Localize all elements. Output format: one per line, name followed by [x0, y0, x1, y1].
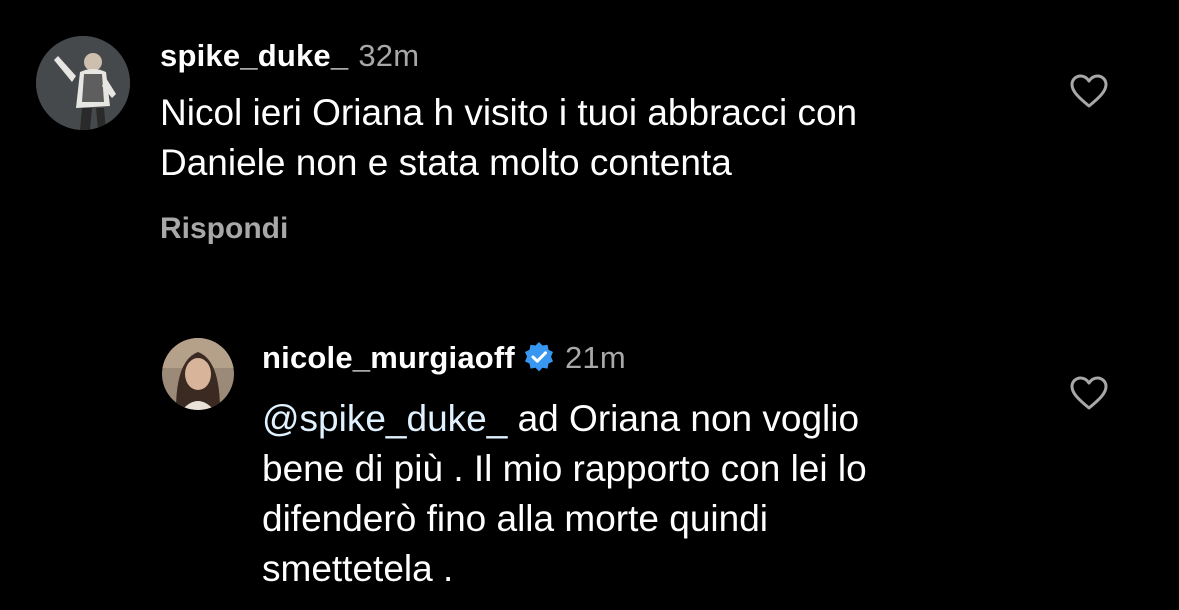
comment-text-line: smettetela . [262, 548, 454, 589]
comment-text-line: @spike_duke_ ad Oriana non voglio [262, 394, 867, 444]
comment-text-line: bene di più . Il mio rapporto con lei lo [262, 448, 867, 489]
comment-text-line: Daniele non e stata molto contenta [160, 142, 732, 183]
comment-text-segment: ad Oriana non voglio [507, 398, 860, 439]
username-text[interactable]: spike_duke_ [160, 38, 348, 73]
comment-text-line: difenderò fino alla morte quindi [262, 498, 768, 539]
avatar-image [162, 338, 234, 410]
heart-icon[interactable] [1070, 74, 1108, 108]
comment-text: Nicol ieri Oriana h visito i tuoi abbrac… [160, 88, 857, 188]
verified-badge-icon [524, 342, 553, 372]
avatar-spike-duke[interactable] [36, 36, 130, 130]
avatar-image [36, 36, 130, 130]
comment-text-line: Nicol ieri Oriana h visito i tuoi abbrac… [160, 92, 858, 133]
username-nicole-murgiaoff[interactable]: nicole_murgiaoff 21m [262, 340, 626, 376]
username-spike-duke[interactable]: spike_duke_ 32m [160, 38, 419, 74]
heart-icon[interactable] [1070, 376, 1108, 410]
username-text[interactable]: nicole_murgiaoff [262, 340, 515, 375]
mention-link[interactable]: @spike_duke_ [262, 398, 507, 439]
comment-text: @spike_duke_ ad Oriana non voglio bene d… [262, 394, 867, 594]
comment-time: 32m [358, 38, 420, 73]
comment-time: 21m [564, 340, 626, 375]
avatar-nicole-murgiaoff[interactable] [162, 338, 234, 410]
reply-button[interactable]: Rispondi [160, 212, 288, 246]
